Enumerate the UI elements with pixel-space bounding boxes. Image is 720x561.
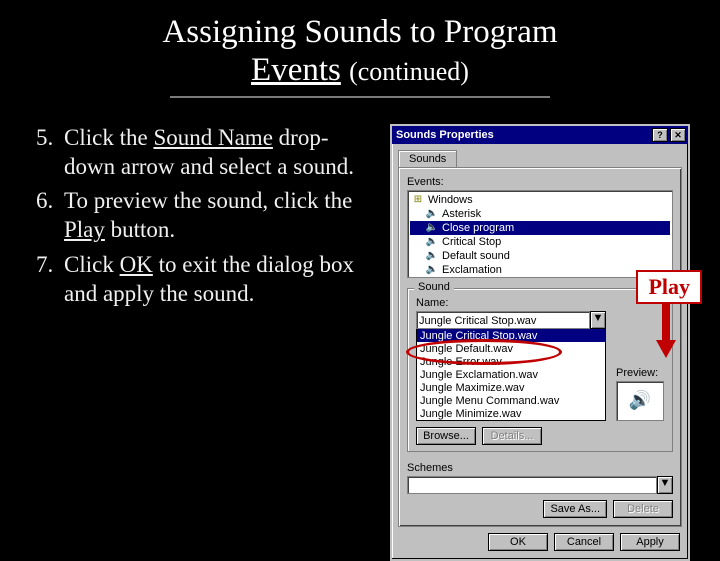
event-item[interactable]: 🔈 Default sound xyxy=(410,249,670,263)
ok-button[interactable]: OK xyxy=(488,533,548,551)
sounds-properties-dialog: Sounds Properties ? ✕ Sounds Events: ⊞ Wi… xyxy=(390,124,690,561)
step-7: Click OK to exit the dialog box and appl… xyxy=(64,251,376,309)
dialog-screenshot: Sounds Properties ? ✕ Sounds Events: ⊞ Wi… xyxy=(390,124,698,561)
sound-group: Sound Name: Jungle Critical Stop.wav ▼ J… xyxy=(407,288,673,452)
dropdown-option[interactable]: Jungle Default.wav xyxy=(417,342,605,355)
dialog-title: Sounds Properties xyxy=(396,129,494,141)
event-item-label: Critical Stop xyxy=(442,236,501,248)
help-button[interactable]: ? xyxy=(652,128,668,142)
dropdown-option[interactable]: Jungle Minimize.wav xyxy=(417,407,605,420)
title-line2: Events xyxy=(251,52,341,88)
dropdown-option[interactable]: Jungle Maximize.wav xyxy=(417,381,605,394)
title-continued: (continued) xyxy=(349,57,469,86)
title-line1: Assigning Sounds to Program xyxy=(162,14,557,50)
schemes-label: Schemes xyxy=(407,462,673,474)
event-item-label: Asterisk xyxy=(442,208,481,220)
schemes-combobox[interactable]: ▼ xyxy=(407,476,673,494)
cancel-button[interactable]: Cancel xyxy=(554,533,614,551)
step-6: To preview the sound, click the Play but… xyxy=(64,187,376,245)
sound-group-title: Sound xyxy=(414,281,454,293)
event-item[interactable]: 🔈 Critical Stop xyxy=(410,235,670,249)
event-item-label: Close program xyxy=(442,222,514,234)
details-button[interactable]: Details... xyxy=(482,427,542,445)
sound-name-dropdown-list[interactable]: Jungle Critical Stop.wavJungle Default.w… xyxy=(416,328,606,421)
preview-speaker-icon: 🔊 xyxy=(616,381,664,421)
speaker-icon: 🔈 xyxy=(426,236,438,248)
preview-label: Preview: xyxy=(616,367,664,379)
dropdown-option[interactable]: Jungle Menu Command.wav xyxy=(417,394,605,407)
windows-icon: ⊞ xyxy=(412,194,424,206)
name-label: Name: xyxy=(416,297,606,309)
tab-sounds[interactable]: Sounds xyxy=(398,150,457,167)
save-as-button[interactable]: Save As... xyxy=(543,500,607,518)
browse-button[interactable]: Browse... xyxy=(416,427,476,445)
event-item[interactable]: ⊞ Windows xyxy=(410,193,670,207)
events-listbox[interactable]: ⊞ Windows 🔈 Asterisk 🔈 Close program 🔈 Critical… xyxy=(407,190,673,278)
dropdown-arrow-button[interactable]: ▼ xyxy=(590,311,606,329)
instruction-steps: Click the Sound Name drop-down arrow and… xyxy=(36,124,376,561)
dropdown-option[interactable]: Jungle Error.wav xyxy=(417,355,605,368)
apply-button[interactable]: Apply xyxy=(620,533,680,551)
sound-name-combobox[interactable]: Jungle Critical Stop.wav ▼ xyxy=(416,311,606,329)
play-callout-arrow xyxy=(656,304,676,358)
close-button[interactable]: ✕ xyxy=(670,128,686,142)
step-5: Click the Sound Name drop-down arrow and… xyxy=(64,124,376,182)
delete-button[interactable]: Delete xyxy=(613,500,673,518)
speaker-icon: 🔈 xyxy=(426,208,438,220)
dialog-titlebar: Sounds Properties ? ✕ xyxy=(392,126,688,144)
dropdown-option[interactable]: Jungle Exclamation.wav xyxy=(417,368,605,381)
speaker-icon: 🔈 xyxy=(426,264,438,276)
event-item[interactable]: 🔈 Asterisk xyxy=(410,207,670,221)
slide-title: Assigning Sounds to Program Events (cont… xyxy=(0,0,720,98)
event-item[interactable]: 🔈 Close program xyxy=(410,221,670,235)
event-item-label: Exclamation xyxy=(442,264,502,276)
schemes-dropdown-arrow[interactable]: ▼ xyxy=(657,476,673,494)
events-label: Events: xyxy=(407,176,673,188)
speaker-icon: 🔈 xyxy=(426,250,438,262)
event-item[interactable]: 🔈Exit Windows xyxy=(410,277,670,278)
dropdown-option[interactable]: Jungle Critical Stop.wav xyxy=(417,329,605,342)
speaker-icon: 🔈 xyxy=(426,222,438,234)
sound-name-value: Jungle Critical Stop.wav xyxy=(416,311,590,329)
event-item-label: Windows xyxy=(428,194,473,206)
event-item-label: Default sound xyxy=(442,250,510,262)
play-callout-label: Play xyxy=(636,270,702,304)
event-item[interactable]: 🔈 Exclamation xyxy=(410,263,670,277)
